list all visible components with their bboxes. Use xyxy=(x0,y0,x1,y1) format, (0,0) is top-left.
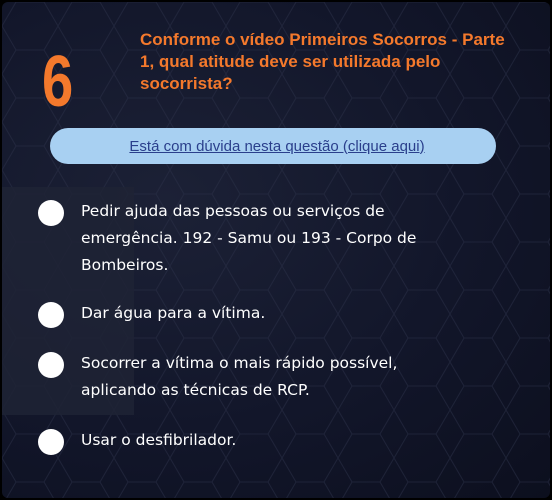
radio-button[interactable] xyxy=(38,302,64,328)
question-text: Conforme o vídeo Primeiros Socorros - Pa… xyxy=(140,30,505,93)
question-number: 6 xyxy=(42,42,74,122)
radio-button[interactable] xyxy=(38,200,64,226)
answer-option-4[interactable]: Usar o desfibrilador. xyxy=(38,427,461,455)
answer-option-3[interactable]: Socorrer a vítima o mais rápido possível… xyxy=(38,350,461,404)
help-button[interactable]: Está com dúvida nesta questão (clique aq… xyxy=(50,128,496,164)
answer-option-label[interactable]: Usar o desfibrilador. xyxy=(81,427,461,454)
answer-option-label[interactable]: Pedir ajuda das pessoas ou serviços de e… xyxy=(81,198,461,279)
answer-option-label[interactable]: Socorrer a vítima o mais rápido possível… xyxy=(81,350,461,404)
radio-button[interactable] xyxy=(38,352,64,378)
radio-button[interactable] xyxy=(38,429,64,455)
answer-option-label[interactable]: Dar água para a vítima. xyxy=(81,300,461,327)
quiz-screen: 6 Conforme o vídeo Primeiros Socorros - … xyxy=(2,2,550,498)
help-link-label[interactable]: Está com dúvida nesta questão (clique aq… xyxy=(129,138,424,155)
answer-option-2[interactable]: Dar água para a vítima. xyxy=(38,300,461,328)
answer-option-1[interactable]: Pedir ajuda das pessoas ou serviços de e… xyxy=(38,198,461,279)
